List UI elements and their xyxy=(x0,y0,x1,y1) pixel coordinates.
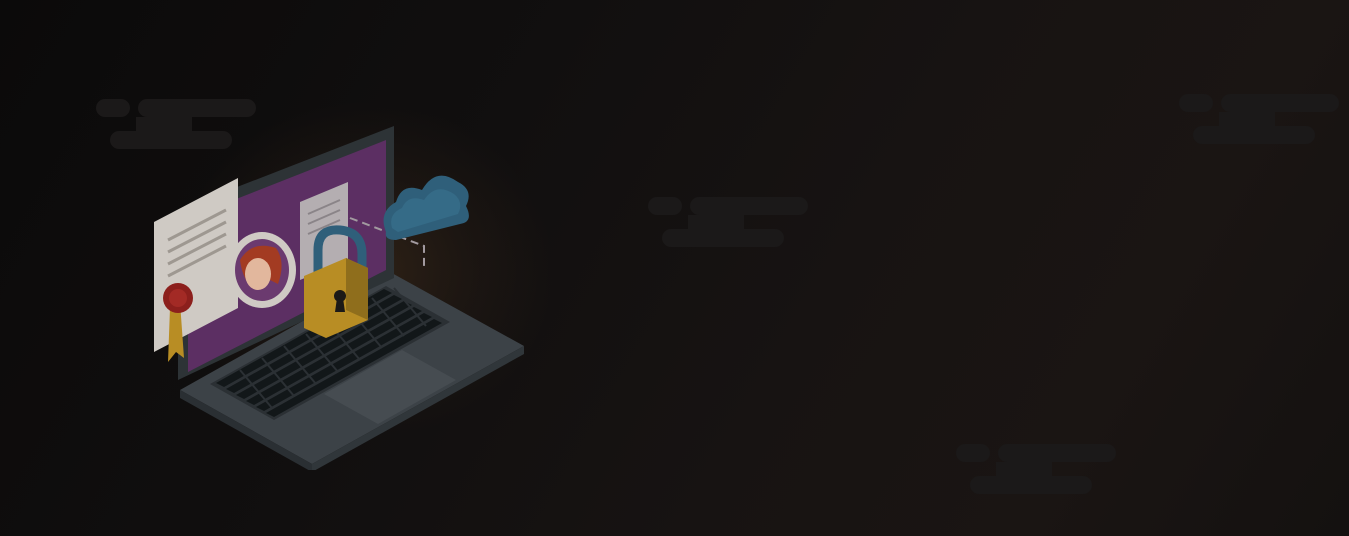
hero-banner xyxy=(0,0,1349,536)
laptop-security-icon xyxy=(154,126,524,470)
cloud-decoration xyxy=(648,197,808,249)
cloud-decoration xyxy=(1179,94,1339,146)
cloud-decoration xyxy=(956,444,1116,496)
